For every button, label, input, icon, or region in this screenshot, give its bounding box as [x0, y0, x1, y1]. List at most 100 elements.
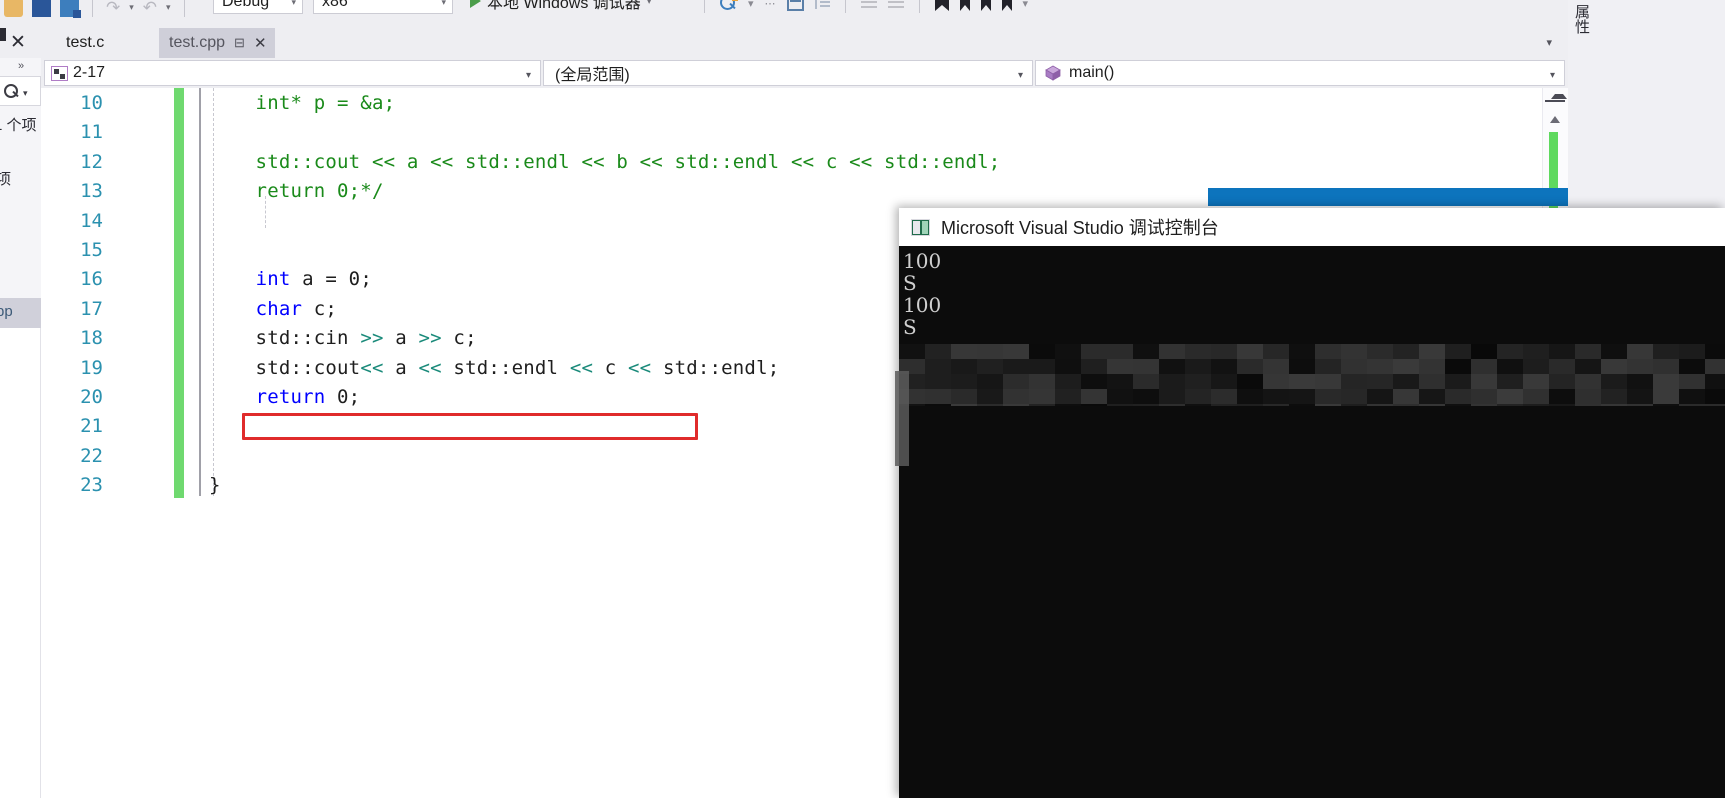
redaction-cell [977, 359, 1003, 374]
save-icon[interactable] [32, 0, 51, 17]
tab-test-cpp[interactable]: test.cpp ⊟ ✕ [159, 28, 275, 58]
console-title-bar[interactable]: Microsoft Visual Studio 调试控制台 [899, 208, 1725, 246]
redaction-cell [1211, 389, 1237, 404]
debug-console-window[interactable]: Microsoft Visual Studio 调试控制台 100 S 100 S [895, 208, 1725, 798]
find-options-caret-icon[interactable]: ▾ [748, 0, 754, 10]
code-line[interactable]: std::cout<< a << std::endl << c << std::… [209, 357, 780, 379]
list-icon[interactable] [814, 0, 830, 11]
redaction-cell [1159, 389, 1185, 404]
panel-item-count: 1 个项 [0, 117, 37, 134]
scroll-up-icon[interactable] [1550, 116, 1560, 123]
redaction-cell [899, 344, 925, 359]
code-line[interactable]: int* p = &a; [209, 92, 395, 114]
save-all-icon[interactable] [60, 0, 81, 18]
bookmark-clear-icon[interactable] [1001, 0, 1012, 11]
redaction-cell [977, 344, 1003, 359]
redaction-cell [1003, 359, 1029, 374]
redaction-cell [1263, 359, 1289, 374]
right-panel-tab-label[interactable]: 属性 [1569, 4, 1591, 34]
member-name: main() [1069, 64, 1115, 81]
toolbar-divider [92, 0, 93, 17]
redaction-cell [1705, 344, 1725, 359]
line-number: 10 [80, 92, 103, 114]
redo-icon[interactable]: ↶ [143, 0, 157, 17]
bookmark-icon[interactable] [934, 0, 949, 11]
quick-actions-icon[interactable]: ⋯ [765, 0, 776, 10]
redaction-cell [1263, 344, 1289, 359]
redaction-cell [1601, 344, 1627, 359]
code-line[interactable]: std::cout << a << std::endl << b << std:… [209, 151, 1001, 173]
panel-search-input[interactable]: ▾ [0, 76, 41, 106]
code-line[interactable]: return 0; [209, 386, 361, 408]
scope-dropdown[interactable]: (全局范围) ▾ [543, 60, 1033, 86]
chevron-down-icon: ▾ [1017, 70, 1023, 81]
code-token: 0; [325, 386, 361, 408]
bookmark-prev-icon[interactable] [959, 0, 970, 11]
code-line[interactable]: int a = 0; [209, 268, 372, 290]
member-dropdown[interactable]: main() ▾ [1035, 60, 1565, 86]
chevron-down-icon[interactable]: ▾ [23, 88, 28, 99]
annotation-rectangle [242, 413, 698, 440]
toolbar-overflow-icon[interactable]: ▾ [1023, 0, 1029, 10]
redaction-cell [925, 344, 951, 359]
redaction-cell [1367, 374, 1393, 389]
line-number: 12 [80, 150, 103, 173]
chevron-down-icon: ▾ [291, 0, 296, 7]
pin-icon[interactable]: ⊟ [234, 35, 245, 51]
open-folder-icon[interactable] [4, 0, 23, 17]
redaction-cell [1081, 389, 1107, 404]
code-line[interactable]: char c; [209, 298, 337, 320]
code-line[interactable]: } [209, 474, 221, 496]
redaction-cell [1445, 404, 1471, 406]
panel-secondary-text: 项 [0, 171, 12, 188]
chevron-down-icon[interactable]: ▾ [647, 0, 652, 13]
console-scroll-thumb[interactable] [895, 371, 909, 466]
redaction-cell [1445, 359, 1471, 374]
window-icon[interactable] [786, 0, 804, 11]
panel-pin-icon[interactable] [0, 28, 6, 41]
bookmark-next-icon[interactable] [980, 0, 991, 11]
panel-bottom-tab[interactable]: pp [0, 298, 41, 328]
redo-dropdown-caret-icon[interactable]: ▾ [166, 0, 171, 19]
redaction-cell [1185, 374, 1211, 389]
console-line: 100 [903, 293, 942, 317]
indent-increase-icon[interactable] [887, 0, 904, 10]
tab-test-c[interactable]: test.c [56, 28, 114, 58]
code-line[interactable]: return 0;*/ [209, 180, 384, 202]
redaction-cell [1419, 404, 1445, 406]
redaction-cell [1263, 389, 1289, 404]
redaction-cell [1549, 389, 1575, 404]
redaction-cell [1705, 374, 1725, 389]
chevron-down-icon: ▾ [441, 0, 446, 7]
panel-expand-icon[interactable]: » [18, 60, 24, 72]
panel-close-icon[interactable]: ✕ [10, 33, 26, 52]
toolbar-divider-2 [183, 0, 185, 17]
close-icon[interactable]: ✕ [254, 34, 267, 52]
split-view-icon[interactable] [1545, 92, 1567, 110]
redaction-cell [1107, 344, 1133, 359]
redaction-cell [1393, 404, 1419, 406]
undo-dropdown-caret-icon[interactable]: ▾ [129, 0, 134, 19]
project-dropdown[interactable]: 2-17 ▾ [44, 60, 541, 86]
code-token: char [255, 297, 303, 320]
search-icon [4, 84, 19, 99]
platform-dropdown[interactable]: x86 ▾ [313, 0, 453, 14]
code-line[interactable]: std::cin >> a >> c; [209, 327, 477, 349]
find-icon[interactable] [720, 0, 738, 12]
start-debugging-button[interactable]: 本地 Windows 调试器 ▾ [470, 0, 651, 14]
redaction-cell [1003, 344, 1029, 359]
toolbar-divider-5 [918, 0, 920, 13]
redaction-cell [1497, 404, 1523, 406]
play-icon [470, 0, 481, 8]
tab-overflow-icon[interactable]: ▾ [1546, 36, 1552, 49]
indent-decrease-icon[interactable] [860, 0, 877, 10]
left-panel-header: ✕ [0, 28, 41, 58]
code-token: int [255, 268, 291, 291]
redaction-cell [1575, 359, 1601, 374]
configuration-dropdown[interactable]: Debug ▾ [213, 0, 303, 14]
undo-icon[interactable]: ↷ [106, 0, 120, 17]
scope-name: (全局范围) [555, 67, 630, 84]
console-output[interactable]: 100 S 100 S [895, 246, 1725, 798]
redaction-cell [1289, 344, 1315, 359]
